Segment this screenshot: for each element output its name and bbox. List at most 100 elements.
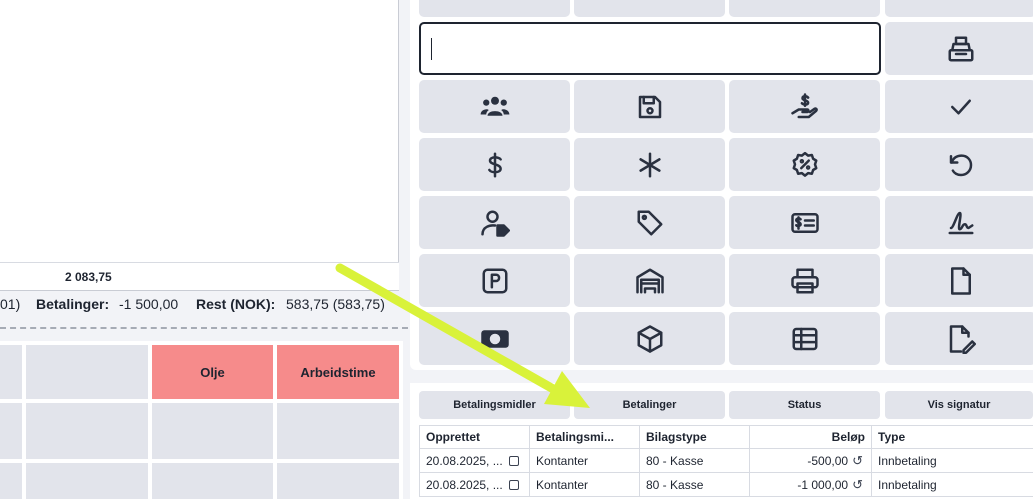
customer-tag-button[interactable]	[419, 196, 570, 249]
undo-button[interactable]	[885, 138, 1033, 191]
customers-button[interactable]	[419, 80, 570, 133]
cash-register-button[interactable]	[885, 22, 1033, 75]
customers-icon	[480, 96, 509, 116]
tab-status[interactable]: Status	[729, 391, 880, 419]
save-icon	[638, 95, 661, 118]
barcode-input-field[interactable]	[421, 24, 879, 73]
product-shortcut[interactable]	[0, 463, 22, 499]
rest-label: Rest (NOK):	[196, 296, 276, 312]
parking-icon	[482, 268, 507, 293]
column-header-belop[interactable]: Beløp	[750, 426, 872, 448]
keypad-top-button[interactable]	[419, 0, 570, 17]
tab-vis-signatur[interactable]: Vis signatur	[885, 391, 1033, 419]
created-text: 20.08.2025, ...	[426, 477, 503, 492]
divider	[0, 327, 408, 329]
package-button[interactable]	[574, 312, 725, 365]
table-button[interactable]	[729, 312, 880, 365]
garage-button[interactable]	[574, 254, 725, 307]
edit-document-button[interactable]	[885, 312, 1033, 365]
register-icon	[948, 36, 973, 61]
created-text: 20.08.2025, ...	[426, 453, 503, 468]
calendar-icon[interactable]	[508, 479, 519, 490]
product-shortcut[interactable]	[26, 463, 148, 499]
signature-icon	[948, 211, 973, 234]
product-shortcut[interactable]	[152, 403, 273, 459]
keypad-top-button[interactable]	[729, 0, 880, 17]
confirm-button[interactable]	[885, 80, 1033, 133]
signature-button[interactable]	[885, 196, 1033, 249]
parking-button[interactable]	[419, 254, 570, 307]
card-icon	[790, 212, 819, 233]
cell-created: 20.08.2025, ...	[420, 473, 530, 496]
discount-button[interactable]	[729, 138, 880, 191]
cell-method: Kontanter	[530, 473, 640, 496]
product-shortcut[interactable]	[277, 463, 399, 499]
garage-icon	[635, 268, 664, 293]
product-shortcut[interactable]	[26, 403, 148, 459]
document-button[interactable]	[885, 254, 1033, 307]
tag-icon	[637, 210, 662, 235]
cell-created: 20.08.2025, ...	[420, 449, 530, 472]
cell-voucher: 80 - Kasse	[640, 473, 750, 496]
product-shortcut[interactable]	[26, 345, 148, 399]
document-icon	[950, 266, 971, 295]
totals-bar: 01) Betalinger: -1 500,00 Rest (NOK): 58…	[0, 292, 399, 318]
cell-voucher: 80 - Kasse	[640, 449, 750, 472]
cell-type: Innbetaling	[878, 477, 937, 492]
customer-tag-icon	[480, 210, 510, 237]
keypad-top-button[interactable]	[885, 0, 1033, 17]
amount-text: -500,00	[807, 453, 849, 468]
table-row[interactable]: 20.08.2025, ... Kontanter 80 - Kasse -50…	[419, 449, 1033, 473]
payments-table-header: Opprettet Betalingsmi... Bilagstype Belø…	[419, 425, 1033, 449]
product-shortcut-arbeidstime[interactable]: Arbeidstime	[277, 345, 399, 399]
payments-value: -1 500,00	[119, 296, 179, 312]
keypad-top-button[interactable]	[574, 0, 725, 17]
product-shortcut-olje[interactable]: Olje	[152, 345, 273, 399]
function-keypad	[410, 0, 1033, 370]
cell-amount: -1 000,00 ↺	[750, 473, 872, 496]
cash-payment-button[interactable]	[729, 80, 880, 133]
undo-icon	[949, 153, 972, 176]
amount-text: -1 000,00	[797, 477, 849, 492]
rest-value: 583,75 (583,75)	[286, 296, 385, 312]
column-header-bilagstype[interactable]: Bilagstype	[640, 426, 750, 448]
table-icon	[792, 327, 817, 350]
totals-prefix: 01)	[0, 296, 21, 312]
box-icon	[637, 324, 662, 353]
cell-type: Innbetaling	[878, 453, 937, 468]
gift-card-button[interactable]	[729, 196, 880, 249]
calendar-icon[interactable]	[508, 455, 519, 466]
payments-panel: Betalingsmidler Betalinger Status Vis si…	[410, 383, 1033, 499]
edit-document-icon	[949, 324, 976, 354]
revert-icon[interactable]: ↺	[852, 453, 863, 469]
dollar-icon	[487, 152, 502, 177]
column-header-opprettet[interactable]: Opprettet	[420, 426, 530, 448]
checkmark-icon	[950, 99, 971, 114]
revert-icon[interactable]: ↺	[852, 477, 863, 493]
printer-icon	[790, 268, 819, 293]
price-button[interactable]	[419, 138, 570, 191]
tab-betalinger[interactable]: Betalinger	[574, 391, 725, 419]
tab-betalingsmidler[interactable]: Betalingsmidler	[419, 391, 570, 419]
column-header-type[interactable]: Type	[872, 426, 1033, 448]
discount-icon	[792, 151, 817, 177]
print-button[interactable]	[729, 254, 880, 307]
banknote-icon	[480, 329, 509, 348]
text-cursor	[431, 38, 432, 60]
product-shortcut[interactable]	[152, 463, 273, 499]
tag-button[interactable]	[574, 196, 725, 249]
table-row[interactable]: 20.08.2025, ... Kontanter 80 - Kasse -1 …	[419, 473, 1033, 497]
quantity-button[interactable]	[574, 138, 725, 191]
payments-label: Betalinger:	[36, 296, 110, 312]
pos-screen: 2 083,75 01) Betalinger: -1 500,00 Rest …	[0, 0, 1033, 499]
product-shortcut[interactable]	[0, 345, 22, 399]
column-header-betalingsmiddel[interactable]: Betalingsmi...	[530, 426, 640, 448]
product-shortcut[interactable]	[0, 403, 22, 459]
asterisk-icon	[638, 152, 661, 177]
cell-amount: -500,00 ↺	[750, 449, 872, 472]
product-shortcut[interactable]	[277, 403, 399, 459]
barcode-input[interactable]	[419, 22, 881, 75]
save-button[interactable]	[574, 80, 725, 133]
cash-drawer-button[interactable]	[419, 312, 570, 365]
order-lines-panel: 2 083,75	[0, 0, 399, 291]
